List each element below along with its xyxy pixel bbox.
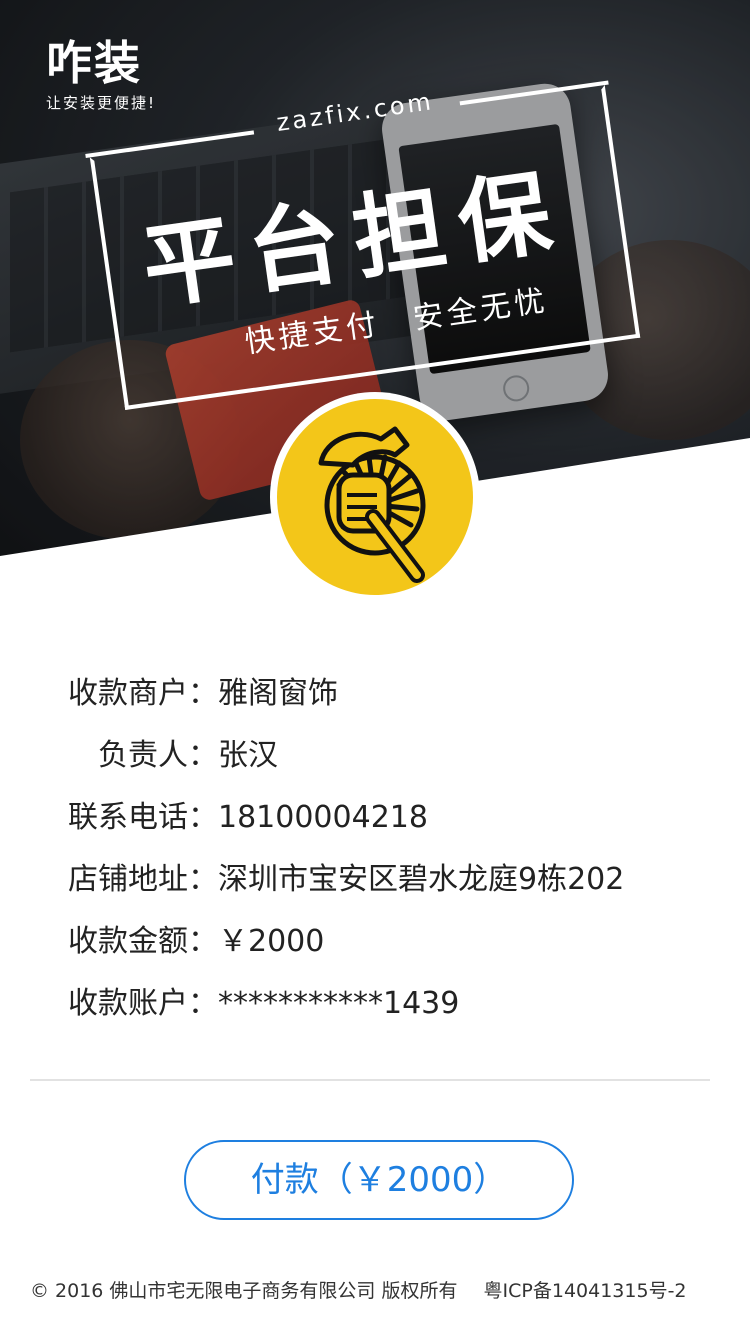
info-row-account: 收款账户： ***********1439 xyxy=(68,982,708,1044)
merchant-label: 收款商户： xyxy=(68,676,218,711)
divider xyxy=(30,1079,710,1081)
merchant-value: 雅阁窗饰 xyxy=(218,676,338,711)
address-label: 店铺地址： xyxy=(68,862,218,897)
info-row-merchant: 收款商户： 雅阁窗饰 xyxy=(68,672,708,734)
info-row-owner: 负责人： 张汉 xyxy=(68,734,708,796)
owner-value: 张汉 xyxy=(218,738,278,773)
phone-value: 18100004218 xyxy=(218,800,428,835)
owner-label: 负责人： xyxy=(98,738,218,773)
amount-label: 收款金额： xyxy=(68,924,218,959)
phone-label: 联系电话： xyxy=(68,800,218,835)
brand-name: 咋装 xyxy=(46,36,142,90)
pay-button[interactable]: 付款（￥2000） xyxy=(184,1140,574,1220)
footer: © 2016 佛山市宅无限电子商务有限公司 版权所有 粤ICP备14041315… xyxy=(30,1276,730,1303)
hammer-fist-icon xyxy=(318,426,426,583)
account-label: 收款账户： xyxy=(68,986,218,1021)
info-row-phone: 联系电话： 18100004218 xyxy=(68,796,708,858)
account-value: ***********1439 xyxy=(218,986,460,1021)
info-row-amount: 收款金额： ￥2000 xyxy=(68,920,708,982)
amount-value: ￥2000 xyxy=(218,924,325,959)
footer-icp: 粤ICP备14041315号-2 xyxy=(483,1280,687,1302)
brand-logo: 咋装 让安装更便捷! xyxy=(46,36,156,113)
brand-slogan: 让安装更便捷! xyxy=(46,94,157,112)
footer-copyright: © 2016 佛山市宅无限电子商务有限公司 版权所有 xyxy=(30,1280,458,1302)
brand-badge xyxy=(270,392,480,602)
address-value: 深圳市宝安区碧水龙庭9栋202 xyxy=(218,862,625,897)
merchant-info: 收款商户： 雅阁窗饰 负责人： 张汉 联系电话： 18100004218 店铺地… xyxy=(68,672,708,1044)
info-row-address: 店铺地址： 深圳市宝安区碧水龙庭9栋202 xyxy=(68,858,708,920)
